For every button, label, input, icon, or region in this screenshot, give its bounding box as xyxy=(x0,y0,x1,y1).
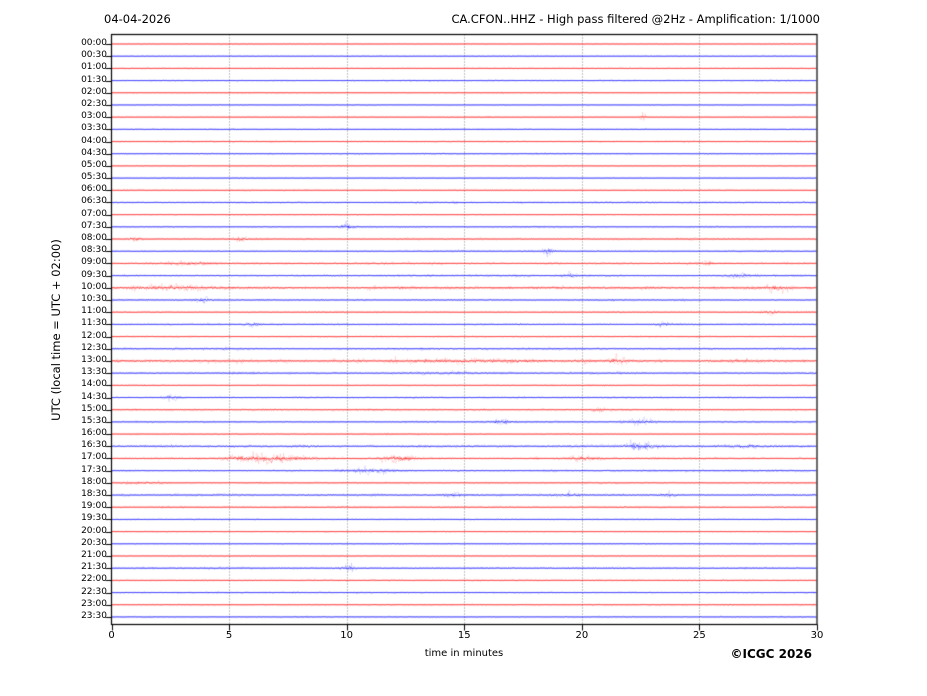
y-tick-label: 13:30 xyxy=(81,367,107,378)
y-tick-label: 15:00 xyxy=(81,403,107,414)
y-tick-label: 14:30 xyxy=(81,391,107,402)
y-tick-label: 16:30 xyxy=(81,440,107,451)
x-tick-label: 25 xyxy=(693,630,706,641)
x-tick-label: 10 xyxy=(340,630,354,641)
y-tick-label: 03:00 xyxy=(81,111,107,122)
y-tick-label: 16:00 xyxy=(81,428,107,439)
y-tick-label: 04:00 xyxy=(81,135,107,146)
y-tick-label: 19:00 xyxy=(81,501,107,512)
y-tick-label: 08:00 xyxy=(81,233,107,244)
y-tick-label: 22:00 xyxy=(81,574,107,585)
y-tick-label: 01:30 xyxy=(81,74,107,85)
y-tick-label: 21:30 xyxy=(81,562,107,573)
y-tick-label: 01:00 xyxy=(81,62,107,73)
y-tick-label: 23:00 xyxy=(81,598,107,609)
x-axis-label: time in minutes xyxy=(424,648,504,659)
y-tick-label: 20:00 xyxy=(81,525,107,536)
y-tick-label: 09:30 xyxy=(81,269,107,280)
y-tick-label: 18:30 xyxy=(81,489,107,500)
y-tick-label: 12:30 xyxy=(81,342,107,353)
y-tick-label: 10:30 xyxy=(81,293,107,304)
x-tick-label: 20 xyxy=(575,630,589,641)
y-tick-label: 09:00 xyxy=(81,257,107,268)
y-tick-label: 21:00 xyxy=(81,549,107,560)
y-tick-label: 14:00 xyxy=(81,379,107,390)
y-tick-label: 11:00 xyxy=(81,306,107,317)
y-tick-label: 05:00 xyxy=(81,159,107,170)
plot-title: CA.CFON..HHZ - High pass filtered @2Hz -… xyxy=(451,12,820,26)
y-tick-label: 15:30 xyxy=(81,415,107,426)
y-tick-label: 07:00 xyxy=(81,208,107,219)
x-tick-label: 30 xyxy=(810,630,824,641)
y-tick-label: 12:00 xyxy=(81,330,107,341)
plot-date: 04-04-2026 xyxy=(104,12,171,26)
y-tick-label: 04:30 xyxy=(81,147,107,158)
y-tick-label: 13:00 xyxy=(81,354,107,365)
copyright-text: ©ICGC 2026 xyxy=(730,647,812,661)
helicorder-page: 04-04-2026 CA.CFON..HHZ - High pass filt… xyxy=(0,0,927,696)
y-tick-label: 23:30 xyxy=(81,610,107,621)
y-tick-label: 02:00 xyxy=(81,86,107,97)
y-tick-label: 03:30 xyxy=(81,123,107,134)
y-tick-label: 10:00 xyxy=(81,281,107,292)
y-tick-label: 07:30 xyxy=(81,220,107,231)
y-tick-label: 11:30 xyxy=(81,318,107,329)
y-tick-label: 17:30 xyxy=(81,464,107,475)
x-tick-label: 5 xyxy=(225,630,233,641)
helicorder-canvas xyxy=(0,0,927,696)
y-tick-label: 18:00 xyxy=(81,476,107,487)
y-tick-label: 05:30 xyxy=(81,172,107,183)
y-tick-label: 02:30 xyxy=(81,98,107,109)
x-tick-label: 0 xyxy=(108,630,115,641)
y-tick-label: 08:30 xyxy=(81,245,107,256)
y-axis-label: UTC (local time = UTC + 02:00) xyxy=(49,239,63,421)
y-tick-label: 06:30 xyxy=(81,196,107,207)
y-tick-label: 17:00 xyxy=(81,452,107,463)
y-tick-label: 00:30 xyxy=(81,50,107,61)
y-tick-label: 20:30 xyxy=(81,537,107,548)
y-tick-label: 19:30 xyxy=(81,513,107,524)
x-tick-label: 15 xyxy=(457,630,471,641)
y-tick-label: 00:00 xyxy=(81,38,107,48)
y-tick-label: 22:30 xyxy=(81,586,107,597)
y-tick-label: 06:00 xyxy=(81,184,107,195)
